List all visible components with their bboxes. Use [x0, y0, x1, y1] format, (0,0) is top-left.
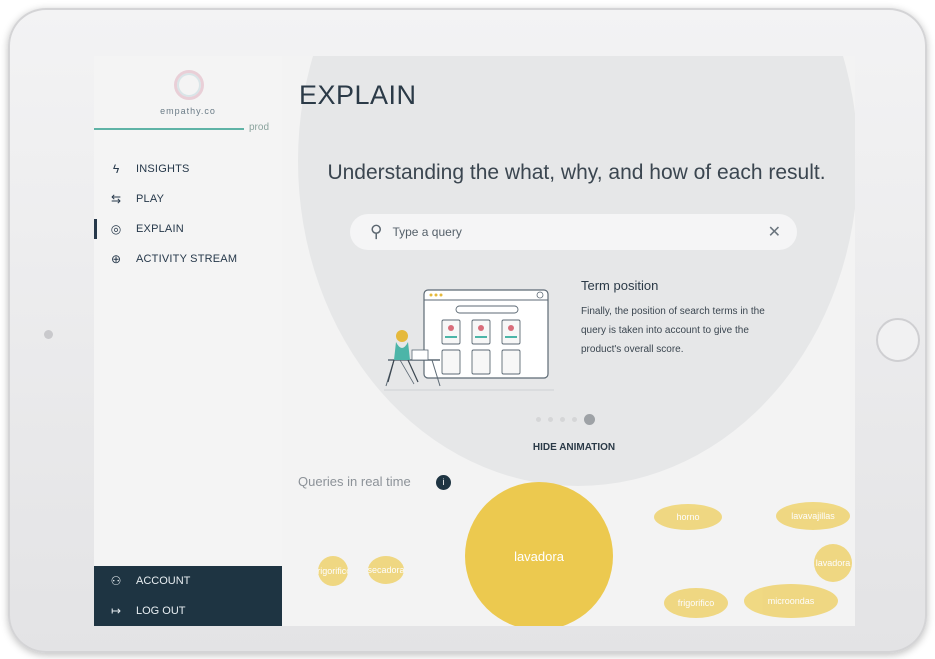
term-title: Term position [581, 278, 659, 293]
carousel-dot[interactable] [560, 417, 565, 422]
query-bubble[interactable]: frigorifico [318, 556, 348, 586]
sidebar-item-label: INSIGHTS [136, 163, 190, 175]
logout-icon: ↦ [110, 604, 122, 618]
sidebar-item-play[interactable]: ⇆ PLAY [94, 184, 282, 214]
carousel-dot[interactable] [548, 417, 553, 422]
account-button[interactable]: ⚇ ACCOUNT [94, 566, 282, 596]
query-bubble[interactable]: lavavajillas [776, 502, 850, 530]
info-icon[interactable]: i [436, 475, 451, 490]
environment-indicator [94, 128, 244, 130]
sidebar-item-activity-stream[interactable]: ⊕ ACTIVITY STREAM [94, 244, 282, 274]
query-bubble[interactable]: horno [654, 504, 722, 530]
bolt-icon: ϟ [112, 162, 120, 176]
sidebar-item-label: PLAY [136, 193, 165, 205]
query-bubble[interactable]: microondas [744, 584, 838, 618]
sidebar-item-label: ACTIVITY STREAM [136, 253, 238, 265]
query-bubble[interactable]: lavadora [814, 544, 852, 582]
sidebar-nav: ϟ INSIGHTS ⇆ PLAY ◎ EXPLAIN ⊕ ACTIVITY S… [94, 154, 282, 274]
search-input[interactable] [392, 225, 768, 239]
queries-section-title: Queries in real time [298, 474, 411, 489]
sidebar: empathy.co prod ϟ INSIGHTS ⇆ PLAY ◎ EXPL… [94, 56, 282, 626]
brand-name: empathy.co [160, 106, 216, 116]
camera-dot [44, 330, 53, 339]
sidebar-item-insights[interactable]: ϟ INSIGHTS [94, 154, 282, 184]
query-bubble[interactable]: secadora [368, 556, 404, 584]
search-icon: ⚲ [370, 222, 383, 241]
query-bubble[interactable]: frigorifico [664, 588, 728, 618]
app-screen: empathy.co prod ϟ INSIGHTS ⇆ PLAY ◎ EXPL… [94, 56, 855, 626]
carousel-dot[interactable] [536, 417, 541, 422]
carousel-dot[interactable] [572, 417, 577, 422]
tablet-frame: empathy.co prod ϟ INSIGHTS ⇆ PLAY ◎ EXPL… [8, 8, 927, 653]
account-label: ACCOUNT [136, 575, 191, 587]
search-illustration [384, 289, 554, 391]
search-zoom-icon: ⊕ [110, 252, 122, 266]
page-title: EXPLAIN [299, 80, 417, 110]
search-bar: ⚲ ✕ [350, 214, 797, 250]
animation-headline: Understanding the what, why, and how of … [327, 161, 826, 184]
carousel-dots [536, 414, 595, 425]
term-description: Finally, the position of search terms in… [581, 306, 765, 355]
eye-icon: ◎ [110, 222, 122, 236]
query-bubble[interactable]: lavadora [465, 482, 613, 626]
brand-logo-icon [174, 70, 204, 100]
home-button[interactable] [876, 318, 920, 362]
sidebar-item-explain[interactable]: ◎ EXPLAIN [94, 214, 282, 244]
sliders-icon: ⇆ [110, 192, 122, 206]
hide-animation-button[interactable]: HIDE ANIMATION [494, 442, 654, 453]
logout-button[interactable]: ↦ LOG OUT [94, 596, 282, 626]
carousel-dot-active[interactable] [584, 414, 595, 425]
sidebar-item-label: EXPLAIN [136, 223, 184, 235]
users-icon: ⚇ [110, 574, 122, 588]
logout-label: LOG OUT [136, 605, 186, 617]
clear-icon[interactable]: ✕ [768, 222, 781, 242]
environment-label: prod [249, 122, 270, 133]
account-panel: ⚇ ACCOUNT ↦ LOG OUT [94, 566, 282, 626]
